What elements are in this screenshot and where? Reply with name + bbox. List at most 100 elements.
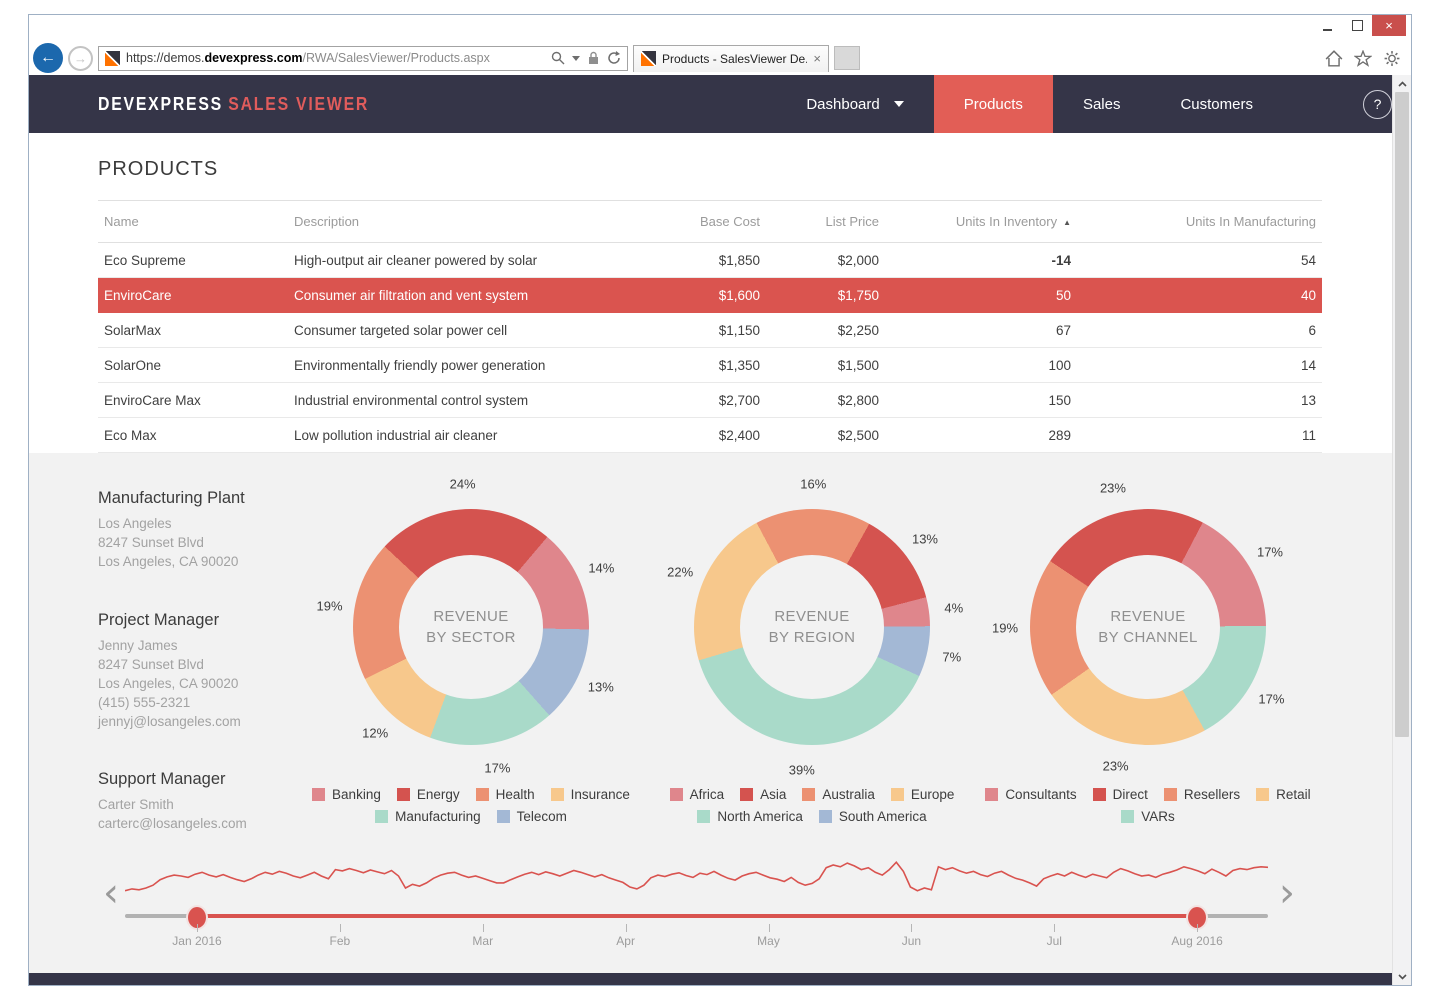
nav-item-products[interactable]: Products <box>934 75 1053 133</box>
table-row[interactable]: SolarMaxConsumer targeted solar power ce… <box>98 313 1322 348</box>
column-header-list-price[interactable]: List Price <box>766 214 885 229</box>
forward-button[interactable]: → <box>68 46 93 71</box>
cell-base-cost: $2,700 <box>648 393 766 408</box>
donut-hole: REVENUEBY CHANNEL <box>1076 555 1220 699</box>
column-header-label: Units In Inventory <box>956 214 1057 229</box>
legend-label: North America <box>717 809 803 824</box>
donut-center-line: REVENUE <box>1098 606 1198 627</box>
donut-slice-label-manufacturing: 17% <box>484 760 510 775</box>
timeline-sparkline <box>125 849 1268 901</box>
cell-base-cost: $1,350 <box>648 358 766 373</box>
table-row[interactable]: Eco SupremeHigh-output air cleaner power… <box>98 243 1322 278</box>
gear-icon[interactable] <box>1383 50 1401 67</box>
timeline-tick <box>769 924 770 932</box>
address-bar-icons <box>551 51 621 65</box>
chevron-down-icon <box>894 101 904 107</box>
products-section: PRODUCTS NameDescriptionBase CostList Pr… <box>29 133 1392 453</box>
new-tab-button[interactable] <box>834 46 860 70</box>
legend-item-retail: Retail <box>1256 787 1311 802</box>
donut-slice-label-australia: 16% <box>800 477 826 492</box>
products-table-body: Eco SupremeHigh-output air cleaner power… <box>98 243 1322 453</box>
address-bar[interactable]: https://demos.devexpress.com/RWA/SalesVi… <box>98 46 628 71</box>
range-slider-track[interactable] <box>125 914 1268 918</box>
timeline-month-label: Jun <box>902 934 921 948</box>
legend-label: Manufacturing <box>395 809 481 824</box>
cell-units-in-inventory: 289 <box>885 428 1077 443</box>
column-header-base-cost[interactable]: Base Cost <box>648 214 766 229</box>
donut-center-line: REVENUE <box>769 606 856 627</box>
vertical-scrollbar[interactable] <box>1392 75 1411 985</box>
chevron-up-icon <box>1398 81 1407 87</box>
legend-swatch <box>1256 788 1269 801</box>
timeline-ticks <box>125 924 1268 932</box>
contact-line: (415) 555-2321 <box>98 693 328 712</box>
minimize-button[interactable] <box>1312 15 1342 36</box>
legend-item-asia: Asia <box>740 787 786 802</box>
range-slider-selection <box>197 914 1197 918</box>
legend-swatch <box>819 810 832 823</box>
legend-label: VARs <box>1141 809 1175 824</box>
table-row[interactable]: EnviroCareConsumer air filtration and ve… <box>98 278 1322 313</box>
column-header-name[interactable]: Name <box>98 214 288 229</box>
back-button[interactable]: ← <box>33 43 63 73</box>
timeline-tick <box>340 924 341 932</box>
cell-units-in-inventory: 50 <box>885 288 1077 303</box>
column-header-description[interactable]: Description <box>288 214 648 229</box>
nav-item-sales[interactable]: Sales <box>1053 75 1151 133</box>
donut-slice-label-vars: 17% <box>1258 692 1284 707</box>
browser-viewport: DEVEXPRESSSALES VIEWER DashboardProducts… <box>29 75 1411 985</box>
scroll-down-button[interactable] <box>1393 968 1411 985</box>
nav-item-dashboard[interactable]: Dashboard <box>776 75 933 133</box>
legend-revenue-by-region: AfricaAsiaAustraliaEuropeNorth AmericaSo… <box>622 787 1002 824</box>
contact-line: Los Angeles <box>98 514 328 533</box>
home-icon[interactable] <box>1325 50 1343 67</box>
scrollbar-thumb[interactable] <box>1395 92 1409 737</box>
legend-swatch <box>312 788 325 801</box>
legend-label: South America <box>839 809 927 824</box>
table-row[interactable]: Eco MaxLow pollution industrial air clea… <box>98 418 1322 453</box>
table-row[interactable]: EnviroCare MaxIndustrial environmental c… <box>98 383 1322 418</box>
maximize-button[interactable] <box>1342 15 1372 36</box>
timeline-month-label: Apr <box>616 934 635 948</box>
help-button[interactable]: ? <box>1363 90 1392 119</box>
cell-description: Environmentally friendly power generatio… <box>288 358 648 373</box>
cell-units-in-inventory: 100 <box>885 358 1077 373</box>
legend-swatch <box>697 810 710 823</box>
column-header-units-in-inventory[interactable]: Units In Inventory▲ <box>885 214 1077 229</box>
table-row[interactable]: SolarOneEnvironmentally friendly power g… <box>98 348 1322 383</box>
cell-units-in-manufacturing: 54 <box>1077 253 1322 268</box>
nav-item-customers[interactable]: Customers <box>1150 75 1283 133</box>
legend-item-africa: Africa <box>670 787 725 802</box>
timeline-month-label: Jan 2016 <box>172 934 221 948</box>
scroll-up-button[interactable] <box>1393 75 1411 92</box>
donut-hole: REVENUEBY SECTOR <box>399 555 543 699</box>
brand-primary: DEVEXPRESS <box>98 94 223 114</box>
legend-label: Telecom <box>517 809 567 824</box>
donut-center-line: BY SECTOR <box>426 627 516 648</box>
close-button[interactable]: × <box>1372 15 1406 36</box>
browser-tab[interactable]: Products - SalesViewer De... × <box>633 45 829 72</box>
range-next-chevron[interactable]: › <box>1279 871 1295 915</box>
legend-item-europe: Europe <box>891 787 955 802</box>
refresh-icon[interactable] <box>607 51 621 65</box>
column-header-units-in-manufacturing[interactable]: Units In Manufacturing <box>1077 214 1322 229</box>
timeline-tick <box>1054 924 1055 932</box>
contact-line: Los Angeles, CA 90020 <box>98 552 328 571</box>
cell-list-price: $2,800 <box>766 393 885 408</box>
donut-center-label: REVENUEBY CHANNEL <box>1098 606 1198 648</box>
donut-center-line: REVENUE <box>426 606 516 627</box>
legend-swatch <box>1093 788 1106 801</box>
contact-block-project-manager: Project ManagerJenny James8247 Sunset Bl… <box>98 611 328 731</box>
legend-label: Asia <box>760 787 786 802</box>
search-icon[interactable] <box>551 51 565 65</box>
dashboard-section: Manufacturing PlantLos Angeles8247 Sunse… <box>29 453 1392 973</box>
nav-item-label: Dashboard <box>806 96 879 113</box>
chevron-down-icon[interactable] <box>572 56 580 61</box>
range-prev-chevron[interactable]: ‹ <box>103 871 119 915</box>
nav-item-label: Customers <box>1180 96 1253 113</box>
tab-favicon <box>641 51 656 66</box>
donut-slice-label-asia: 13% <box>912 532 938 547</box>
tab-close-icon[interactable]: × <box>813 51 821 66</box>
contact-line: jennyj@losangeles.com <box>98 712 328 731</box>
star-icon[interactable] <box>1354 50 1372 67</box>
